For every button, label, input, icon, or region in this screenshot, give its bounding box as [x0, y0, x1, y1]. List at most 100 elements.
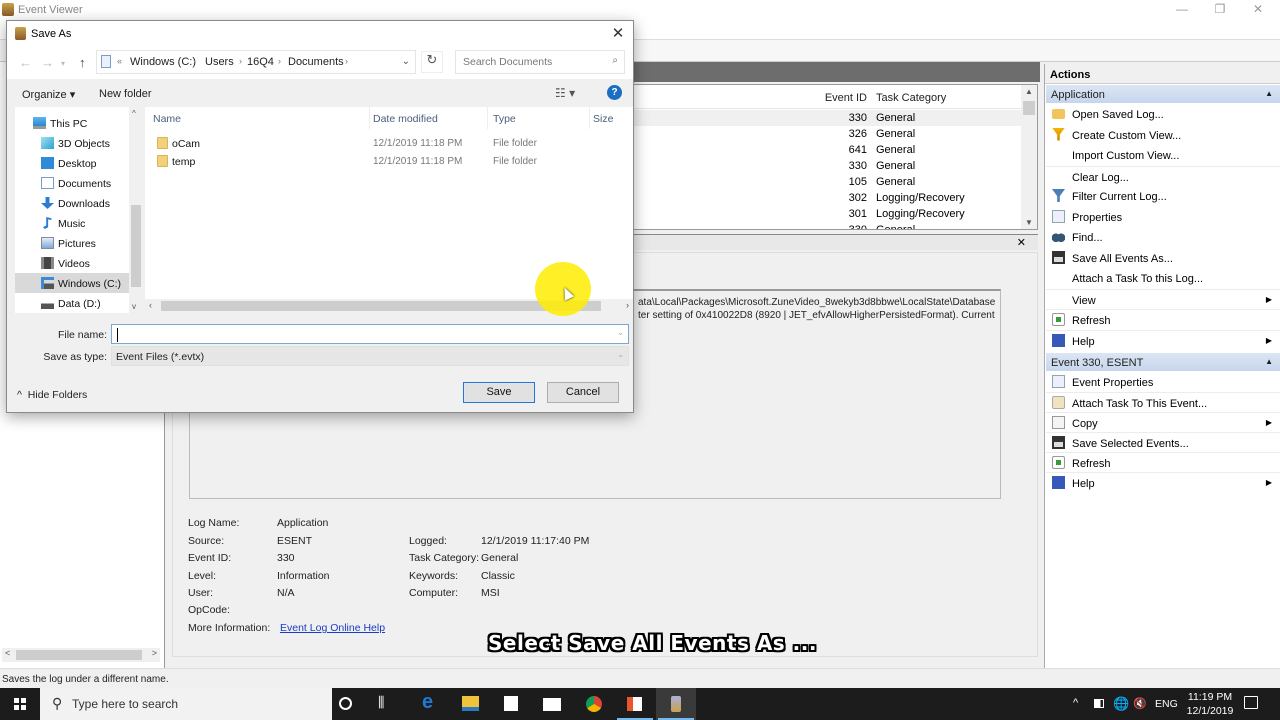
collapse-triangle-icon[interactable]: ▲ — [1265, 357, 1273, 366]
scroll-down-arrow-icon[interactable]: ▼ — [1025, 218, 1033, 227]
tree-item-downloads[interactable]: Downloads — [15, 193, 129, 213]
tree-item-3d-objects[interactable]: 3D Objects — [15, 133, 129, 153]
scrollbar-thumb[interactable] — [161, 301, 601, 311]
save-as-type-select[interactable]: Event Files (*.evtx) ⌄ — [111, 346, 629, 366]
taskbar-search-input[interactable] — [72, 696, 322, 712]
scrollbar-thumb[interactable] — [1023, 101, 1035, 115]
file-row[interactable]: oCam 12/1/2019 11:18 PM File folder — [145, 134, 633, 152]
column-divider[interactable] — [589, 107, 590, 129]
action-help[interactable]: Help ▶ — [1046, 329, 1280, 350]
scroll-down-arrow-icon[interactable]: v — [132, 302, 136, 311]
file-name-field[interactable]: ⌄ — [111, 324, 629, 344]
file-row[interactable]: temp 12/1/2019 11:18 PM File folder — [145, 152, 633, 170]
task-view-button[interactable]: ⫼ — [366, 688, 406, 720]
action-filter-current-log[interactable]: Filter Current Log... — [1046, 186, 1280, 206]
ocam-button[interactable] — [615, 688, 655, 720]
chrome-button[interactable] — [574, 688, 614, 720]
action-refresh[interactable]: Refresh — [1046, 309, 1280, 329]
volume-muted-icon[interactable]: 🔇 — [1133, 697, 1147, 720]
column-date-modified[interactable]: Date modified — [373, 113, 438, 125]
edge-button[interactable]: e — [409, 688, 449, 720]
scroll-up-arrow-icon[interactable]: ^ — [132, 109, 136, 118]
action-import-custom-view[interactable]: Import Custom View... — [1046, 145, 1280, 165]
actions-section-event[interactable]: Event 330, ESENT ▲ — [1046, 353, 1280, 371]
cortana-button[interactable] — [326, 688, 366, 720]
event-action-refresh[interactable]: Refresh — [1046, 452, 1280, 472]
tree-item-pictures[interactable]: Pictures — [15, 233, 129, 253]
up-arrow-icon[interactable]: ↑ — [79, 55, 86, 70]
minimize-button[interactable]: — — [1162, 2, 1202, 18]
save-button[interactable]: Save — [463, 382, 535, 403]
action-properties[interactable]: Properties — [1046, 207, 1280, 227]
breadcrumb-separator-icon[interactable]: › — [278, 56, 281, 66]
action-create-custom-view[interactable]: Create Custom View... — [1046, 125, 1280, 145]
action-find[interactable]: Find... — [1046, 227, 1280, 247]
change-view-icon[interactable]: ☷ ▾ — [555, 86, 575, 100]
search-icon[interactable]: ⌕ — [612, 55, 618, 66]
action-center-icon[interactable] — [1244, 696, 1258, 709]
file-name-dropdown-chevron-icon[interactable]: ⌄ — [617, 328, 624, 337]
recent-locations-chevron-icon[interactable]: ▾ — [61, 59, 65, 68]
restore-button[interactable]: ❐ — [1200, 2, 1240, 18]
event-action-save-selected-events[interactable]: Save Selected Events... — [1046, 432, 1280, 452]
breadcrumb-separator-icon[interactable]: › — [345, 56, 348, 66]
taskbar-search-box[interactable]: ⚲ — [40, 688, 332, 720]
event-log-online-help-link[interactable]: Event Log Online Help — [280, 622, 385, 634]
taskbar-clock[interactable]: 11:19 PM 12/1/2019 — [1180, 690, 1240, 718]
dialog-close-button[interactable]: ✕ — [609, 24, 627, 42]
column-size[interactable]: Size — [593, 113, 613, 125]
refresh-icon[interactable]: ↻ — [421, 51, 443, 73]
network-globe-icon[interactable]: 🌐 — [1113, 696, 1129, 720]
action-open-saved-log[interactable]: Open Saved Log... — [1046, 104, 1280, 124]
tree-vertical-scrollbar[interactable]: ^ v — [129, 107, 143, 313]
action-clear-log[interactable]: Clear Log... — [1046, 165, 1280, 186]
tree-item-windows-c[interactable]: Windows (C:) — [15, 273, 129, 293]
event-action-attach-task-to-this-event[interactable]: Attach Task To This Event... — [1046, 392, 1280, 412]
column-task-category[interactable]: Task Category — [876, 92, 946, 104]
scroll-left-arrow-icon[interactable]: < — [5, 648, 10, 658]
scrollbar-thumb[interactable] — [16, 650, 142, 660]
start-button[interactable] — [0, 688, 40, 720]
breadcrumb-overflow[interactable]: « — [117, 56, 122, 66]
tree-item-documents[interactable]: Documents — [15, 173, 129, 193]
tree-item-music[interactable]: Music — [15, 213, 129, 233]
breadcrumb-windows-c[interactable]: Windows (C:) — [130, 56, 196, 68]
scrollbar-thumb[interactable] — [131, 205, 141, 287]
address-bar[interactable]: « Windows (C:) › Users › 16Q4 › Document… — [96, 50, 416, 74]
scroll-up-arrow-icon[interactable]: ▲ — [1025, 87, 1033, 96]
tree-item-this-pc[interactable]: This PC — [15, 113, 129, 133]
search-documents-box[interactable]: ⌕ — [455, 50, 625, 74]
action-save-all-events-as[interactable]: Save All Events As... — [1046, 248, 1280, 268]
breadcrumb-separator-icon[interactable]: › — [239, 56, 242, 66]
event-action-event-properties[interactable]: Event Properties — [1046, 372, 1280, 392]
breadcrumb-documents[interactable]: Documents — [288, 56, 344, 68]
collapse-triangle-icon[interactable]: ▲ — [1265, 89, 1273, 98]
column-divider[interactable] — [487, 107, 488, 129]
grid-vertical-scrollbar[interactable]: ▲ ▼ — [1021, 85, 1037, 229]
scroll-left-arrow-icon[interactable]: ‹ — [149, 300, 152, 310]
event-action-copy[interactable]: Copy ▶ — [1046, 412, 1280, 432]
new-folder-button[interactable]: New folder — [99, 88, 152, 100]
scroll-right-arrow-icon[interactable]: > — [152, 648, 157, 658]
save-as-type-chevron-icon[interactable]: ⌄ — [617, 350, 624, 359]
close-detail-button[interactable]: ✕ — [1017, 236, 1026, 249]
mail-button[interactable] — [532, 688, 572, 720]
close-window-button[interactable]: ✕ — [1238, 2, 1278, 18]
actions-section-application[interactable]: Application ▲ — [1046, 85, 1280, 103]
breadcrumb-separator-icon[interactable]: › — [193, 56, 196, 66]
file-explorer-button[interactable] — [450, 688, 490, 720]
column-type[interactable]: Type — [493, 113, 516, 125]
forward-arrow-icon[interactable]: → — [41, 55, 54, 70]
cancel-button[interactable]: Cancel — [547, 382, 619, 403]
back-arrow-icon[interactable]: ← — [19, 55, 32, 70]
breadcrumb-users[interactable]: Users — [205, 56, 234, 68]
show-hidden-icons-chevron-icon[interactable]: ^ — [1073, 697, 1078, 720]
tree-item-data-d[interactable]: Data (D:) — [15, 293, 129, 313]
store-button[interactable] — [491, 688, 531, 720]
scroll-right-arrow-icon[interactable]: › — [626, 300, 629, 310]
tree-item-videos[interactable]: Videos — [15, 253, 129, 273]
tree-item-desktop[interactable]: Desktop — [15, 153, 129, 173]
file-name-input[interactable] — [117, 328, 607, 342]
event-viewer-taskbar-button[interactable] — [656, 688, 696, 720]
search-documents-input[interactable] — [463, 55, 603, 69]
